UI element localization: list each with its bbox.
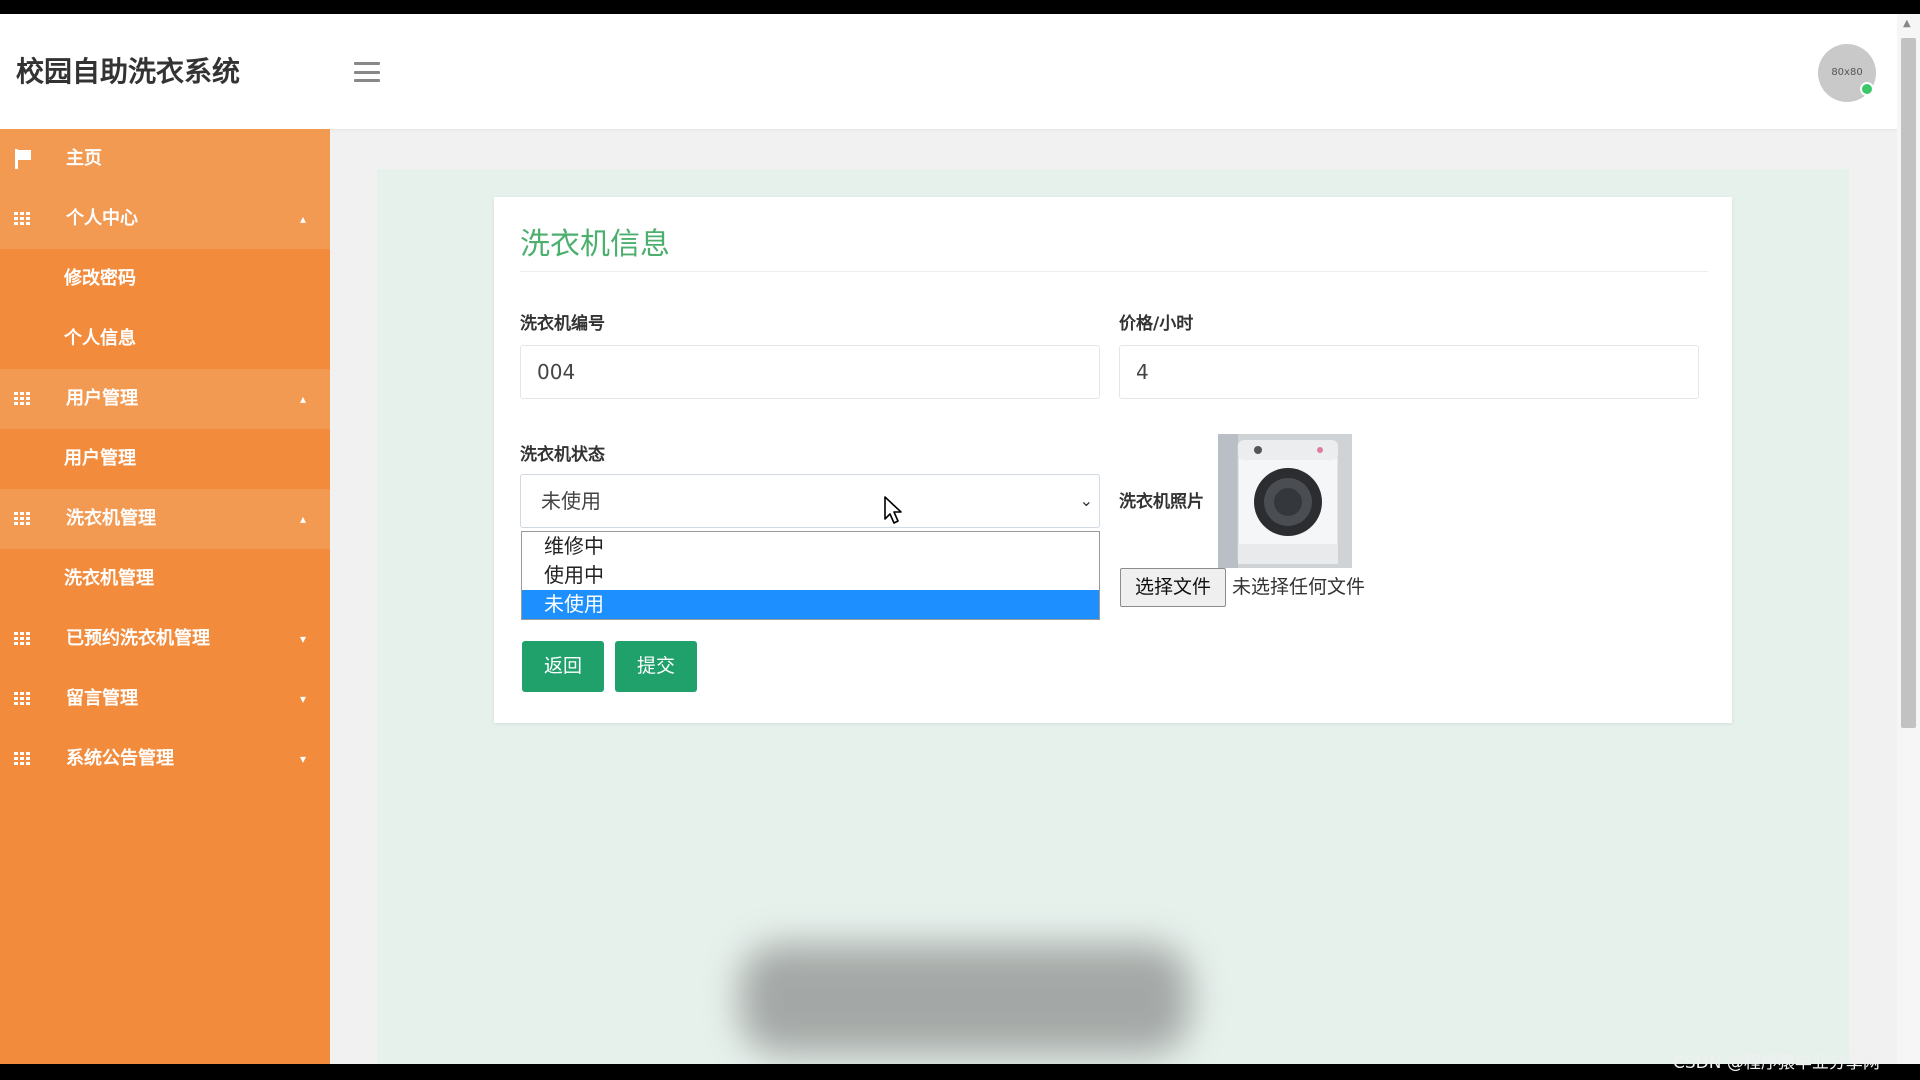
file-status-text: 未选择任何文件 [1232, 576, 1366, 598]
status-option-repairing[interactable]: 维修中 [522, 532, 1099, 561]
sidebar-item-label: 个人中心 [66, 208, 138, 229]
sidebar-item-label: 留言管理 [66, 688, 138, 709]
sidebar: 主页 个人中心 ▴ 修改密码 个人信息 用户管理 ▴ 用户管理 洗衣机管理 ▴ … [0, 129, 330, 1064]
grid-icon [14, 632, 30, 646]
washing-machine-image [1218, 434, 1352, 568]
scroll-up-icon[interactable]: ▲ [1903, 18, 1911, 29]
chevron-up-icon: ▴ [300, 512, 307, 526]
chevron-down-icon: ▾ [300, 692, 307, 706]
grid-icon [14, 392, 30, 406]
mouse-cursor-icon [884, 496, 902, 524]
sidebar-subitem-user-management[interactable]: 用户管理 [0, 429, 330, 489]
watermark: CSDN @程序猿毕业分享网 [1673, 1053, 1880, 1073]
sidebar-item-home[interactable]: 主页 [0, 129, 330, 189]
scroll-thumb[interactable] [1901, 38, 1916, 728]
choose-file-button[interactable]: 选择文件 [1120, 568, 1226, 607]
price-input[interactable] [1119, 345, 1699, 399]
chevron-up-icon: ▴ [300, 212, 307, 226]
avatar[interactable]: 80x80 [1818, 44, 1876, 102]
grid-icon [14, 692, 30, 706]
brand-title: 校园自助洗衣系统 [16, 55, 241, 88]
machine-no-input[interactable] [520, 345, 1100, 399]
menu-toggle-icon[interactable] [354, 62, 380, 82]
machine-no-label: 洗衣机编号 [520, 314, 605, 334]
photo-label: 洗衣机照片 [1119, 492, 1204, 512]
grid-icon [14, 212, 30, 226]
sidebar-subitem-washer-management[interactable]: 洗衣机管理 [0, 549, 330, 609]
sidebar-item-label: 用户管理 [66, 388, 138, 409]
scrollbar[interactable]: ▲ [1897, 14, 1920, 1064]
sidebar-item-washer-management[interactable]: 洗衣机管理 ▴ [0, 489, 330, 549]
sidebar-item-label: 已预约洗衣机管理 [66, 628, 210, 649]
sidebar-item-label: 系统公告管理 [66, 748, 174, 769]
sidebar-item-messages[interactable]: 留言管理 ▾ [0, 669, 330, 729]
sidebar-subitem-change-password[interactable]: 修改密码 [0, 249, 330, 309]
grid-icon [14, 512, 30, 526]
status-select[interactable]: 未使用 ⌄ [520, 474, 1100, 528]
price-label: 价格/小时 [1119, 314, 1194, 334]
page-title: 洗衣机信息 [520, 227, 670, 262]
flag-icon [14, 149, 32, 169]
status-label: 洗衣机状态 [520, 445, 605, 465]
sidebar-item-booked-washers[interactable]: 已预约洗衣机管理 ▾ [0, 609, 330, 669]
top-header: 校园自助洗衣系统 80x80 [0, 14, 1897, 129]
washer-form-card: 洗衣机信息 洗衣机编号 价格/小时 洗衣机状态 未使用 ⌄ 维修中 使用中 未使… [494, 197, 1732, 723]
chevron-up-icon: ▴ [300, 392, 307, 406]
blurred-region [740, 944, 1190, 1054]
chevron-down-icon: ▾ [300, 632, 307, 646]
status-option-in-use[interactable]: 使用中 [522, 561, 1099, 590]
status-option-unused[interactable]: 未使用 [522, 590, 1099, 619]
chevron-down-icon: ▾ [300, 752, 307, 766]
sidebar-item-personal-center[interactable]: 个人中心 ▴ [0, 189, 330, 249]
online-status-dot [1860, 82, 1874, 96]
avatar-placeholder-text: 80x80 [1831, 67, 1863, 78]
chevron-down-icon: ⌄ [1079, 491, 1093, 510]
back-button[interactable]: 返回 [522, 641, 605, 692]
grid-icon [14, 752, 30, 766]
sidebar-item-label: 主页 [66, 148, 102, 169]
sidebar-item-announcements[interactable]: 系统公告管理 ▾ [0, 729, 330, 789]
sidebar-item-user-management[interactable]: 用户管理 ▴ [0, 369, 330, 429]
sidebar-item-label: 洗衣机管理 [66, 508, 156, 529]
submit-button[interactable]: 提交 [615, 641, 698, 692]
status-dropdown: 维修中 使用中 未使用 [521, 531, 1100, 620]
washer-photo [1218, 434, 1352, 568]
app-window: 校园自助洗衣系统 80x80 主页 个人中心 ▴ 修改密码 个人信息 用户管理 … [0, 14, 1920, 1064]
title-divider [520, 271, 1708, 272]
status-selected-value: 未使用 [541, 489, 601, 513]
sidebar-subitem-personal-info[interactable]: 个人信息 [0, 309, 330, 369]
